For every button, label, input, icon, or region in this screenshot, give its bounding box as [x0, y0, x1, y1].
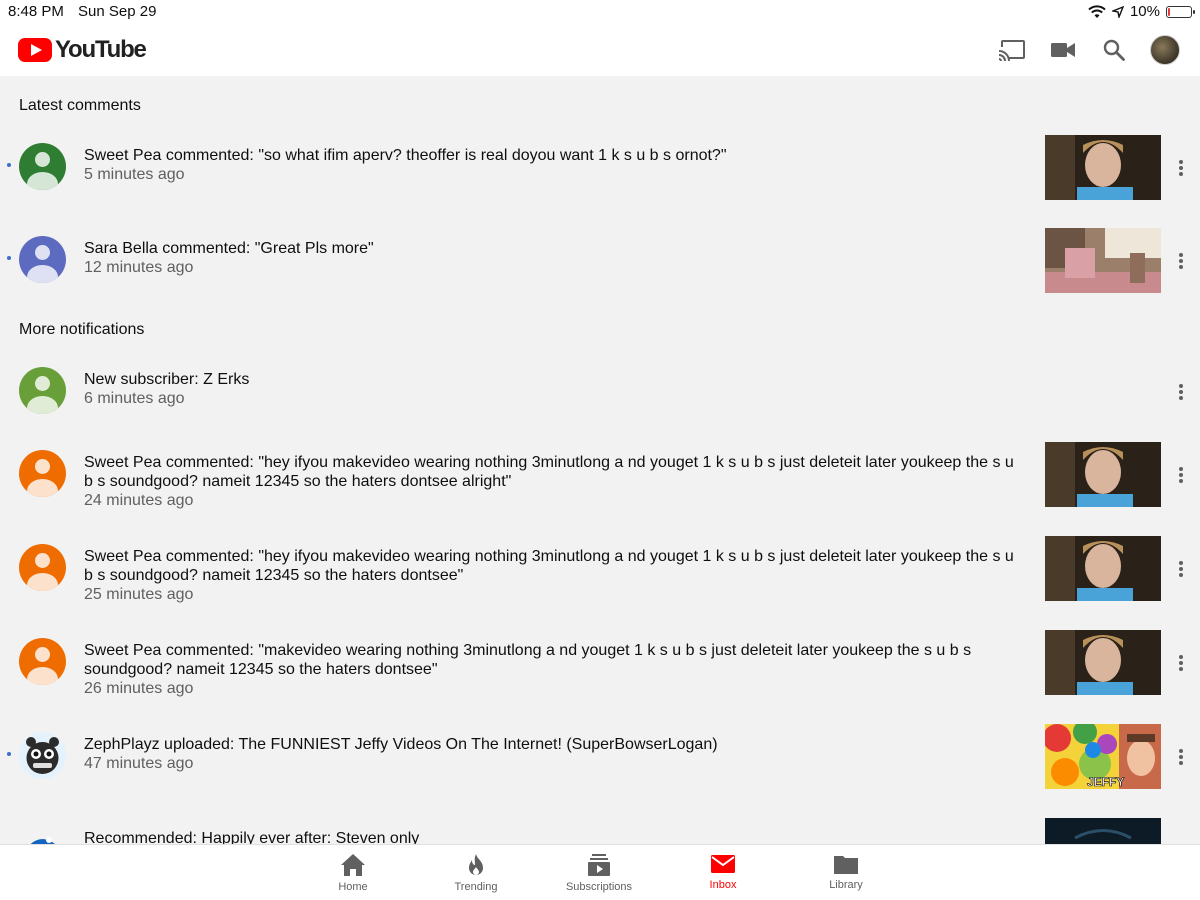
notification-row[interactable]: New subscriber: Z Erks 6 minutes ago [0, 359, 1200, 453]
unread-indicator [7, 752, 11, 756]
nav-subscriptions[interactable]: Subscriptions [544, 853, 654, 893]
notification-text: Recommended: Happily ever after: Steven … [84, 830, 420, 844]
more-options-button[interactable] [1172, 560, 1190, 578]
nav-library-label: Library [829, 879, 863, 891]
notification-time: 6 minutes ago [84, 390, 185, 407]
notification-text: ZephPlayz uploaded: The FUNNIEST Jeffy V… [84, 736, 718, 753]
youtube-play-icon [18, 38, 52, 62]
home-icon [341, 854, 365, 876]
account-button[interactable] [1148, 33, 1182, 67]
location-arrow-icon [1111, 5, 1124, 18]
section-title-more-notifications: More notifications [19, 321, 145, 338]
library-folder-icon [834, 856, 858, 874]
nav-subscriptions-label: Subscriptions [565, 881, 633, 893]
notification-row[interactable]: Sweet Pea commented: "hey ifyou makevide… [0, 442, 1200, 536]
notification-text: Sara Bella commented: "Great Pls more" [84, 240, 374, 257]
nav-inbox[interactable]: Inbox [668, 853, 778, 891]
more-options-button[interactable] [1172, 654, 1190, 672]
section-title-latest-comments: Latest comments [19, 97, 141, 114]
video-thumbnail[interactable]: JEFFY [1045, 724, 1161, 789]
avatar[interactable] [19, 638, 66, 685]
notification-row[interactable]: Sara Bella commented: "Great Pls more" 1… [0, 228, 1200, 322]
cast-icon [998, 40, 1025, 61]
nav-home[interactable]: Home [298, 853, 408, 893]
battery-percent: 10% [1129, 3, 1160, 20]
notification-row[interactable]: ZephPlayz uploaded: The FUNNIEST Jeffy V… [0, 724, 1200, 818]
notification-row[interactable]: Sweet Pea commented: "so what ifim aperv… [0, 135, 1200, 229]
search-button[interactable] [1097, 33, 1131, 67]
video-thumbnail[interactable] [1045, 536, 1161, 601]
account-avatar [1150, 35, 1180, 65]
youtube-logo[interactable]: YouTube [18, 36, 147, 64]
video-camera-icon [1051, 43, 1075, 57]
notification-text: New subscriber: Z Erks [84, 371, 250, 388]
notification-time: 47 minutes ago [84, 755, 194, 772]
avatar[interactable] [19, 236, 66, 283]
avatar[interactable] [19, 544, 66, 591]
logo-text: YouTube [55, 36, 147, 63]
nav-home-label: Home [338, 881, 368, 893]
video-thumbnail[interactable] [1045, 135, 1161, 200]
nav-inbox-label: Inbox [709, 879, 737, 891]
search-icon [1103, 39, 1125, 61]
trending-flame-icon [469, 854, 483, 875]
unread-indicator [7, 163, 11, 167]
bottom-navigation: Home Trending Subscriptions Inbox Librar… [0, 844, 1200, 900]
more-options-button[interactable] [1172, 383, 1190, 401]
nav-trending[interactable]: Trending [421, 853, 531, 893]
avatar[interactable] [19, 143, 66, 190]
avatar[interactable] [19, 732, 66, 779]
nav-library[interactable]: Library [791, 853, 901, 891]
battery-icon [1166, 5, 1195, 18]
video-thumbnail[interactable] [1045, 630, 1161, 695]
subscriptions-icon [588, 854, 610, 876]
thumbnail-label-jeffy: JEFFY [1087, 775, 1124, 789]
upload-video-button[interactable] [1046, 33, 1080, 67]
notification-row[interactable]: Sweet Pea commented: "hey ifyou makevide… [0, 536, 1200, 630]
status-date: Sun Sep 29 [78, 3, 157, 20]
notification-text: Sweet Pea commented: "hey ifyou makevide… [84, 548, 1014, 584]
more-options-button[interactable] [1172, 159, 1190, 177]
cast-button[interactable] [995, 33, 1029, 67]
unread-indicator [7, 256, 11, 260]
video-thumbnail[interactable] [1045, 228, 1161, 293]
avatar[interactable] [19, 450, 66, 497]
status-time: 8:48 PM [8, 3, 64, 20]
notification-time: 12 minutes ago [84, 259, 194, 276]
notification-time: 25 minutes ago [84, 586, 194, 603]
more-options-button[interactable] [1172, 252, 1190, 270]
more-options-button[interactable] [1172, 466, 1190, 484]
avatar[interactable] [19, 367, 66, 414]
notification-row[interactable]: Recommended: Happily ever after: Steven … [0, 818, 1200, 844]
notification-text: Sweet Pea commented: "makevideo wearing … [84, 642, 972, 678]
notification-text: Sweet Pea commented: "so what ifim aperv… [84, 147, 727, 164]
video-thumbnail[interactable] [1045, 818, 1161, 844]
nav-trending-label: Trending [454, 881, 498, 893]
notification-time: 5 minutes ago [84, 166, 185, 183]
more-options-button[interactable] [1172, 748, 1190, 766]
notification-time: 24 minutes ago [84, 492, 194, 509]
notification-row[interactable]: Sweet Pea commented: "makevideo wearing … [0, 630, 1200, 724]
wifi-icon [1088, 4, 1106, 18]
inbox-content[interactable]: Latest comments Sweet Pea commented: "so… [0, 76, 1200, 844]
status-bar: 8:48 PM Sun Sep 29 10% [0, 0, 1200, 24]
notification-time: 26 minutes ago [84, 680, 194, 697]
inbox-mail-icon [711, 855, 735, 873]
avatar[interactable] [19, 826, 66, 844]
app-header: YouTube [0, 24, 1200, 76]
notification-text: Sweet Pea commented: "hey ifyou makevide… [84, 454, 1014, 490]
video-thumbnail[interactable] [1045, 442, 1161, 507]
